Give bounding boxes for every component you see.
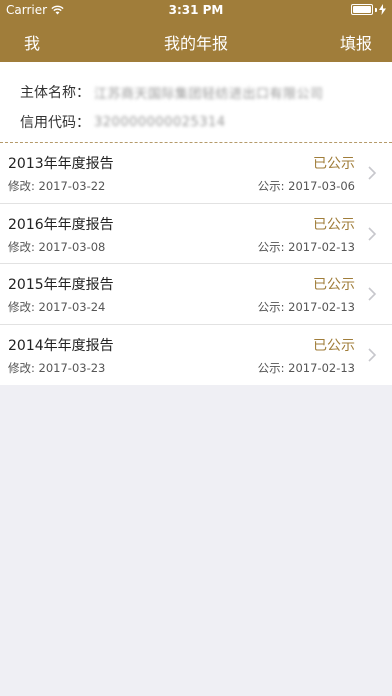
modified-date: 修改: 2017-03-22 [8, 179, 106, 193]
list-item[interactable]: 2013年年度报告 已公示 修改: 2017-03-22 公示: 2017-03… [0, 143, 392, 204]
entity-name-row: 主体名称： 江苏商天国际集团轻纺进出口有限公司 [20, 82, 324, 102]
modified-date: 修改: 2017-03-24 [8, 300, 106, 314]
report-title: 2013年年度报告 [8, 156, 114, 172]
status-badge: 已公示 [313, 216, 355, 233]
modified-date: 修改: 2017-03-08 [8, 239, 106, 254]
charging-bolt-icon [379, 4, 386, 15]
report-title: 2014年年度报告 [8, 337, 114, 354]
credit-code-label: 信用代码： [20, 115, 90, 131]
chevron-right-icon [368, 347, 377, 362]
page-title: 我的年报 [163, 34, 228, 53]
list-item[interactable]: 2014年年度报告 已公示 修改: 2017-03-23 公示: 2017-02… [0, 325, 392, 386]
battery-icon [351, 4, 386, 15]
report-title: 2016年年度报告 [8, 216, 114, 233]
status-badge: 已公示 [313, 337, 355, 354]
nav-fill-report-button[interactable]: 填报 [340, 30, 372, 54]
report-title: 2015年年度报告 [8, 277, 114, 293]
credit-code-row: 信用代码： 320000000025314 [20, 112, 226, 132]
entity-info-panel: 主体名称： 江苏商天国际集团轻纺进出口有限公司 信用代码： 3200000000… [0, 62, 392, 142]
status-bar: Carrier 3:31 PM [0, 0, 392, 20]
empty-background [0, 385, 392, 696]
chevron-right-icon [368, 226, 377, 241]
list-item[interactable]: 2015年年度报告 已公示 修改: 2017-03-24 公示: 2017-02… [0, 264, 392, 325]
entity-name-label: 主体名称： [20, 85, 90, 101]
credit-code-value: 320000000025314 [94, 114, 226, 130]
status-badge: 已公示 [313, 156, 355, 172]
chevron-right-icon [368, 166, 377, 180]
status-badge: 已公示 [313, 277, 355, 293]
chevron-right-icon [368, 287, 377, 301]
published-date: 公示: 2017-02-13 [257, 360, 355, 375]
published-date: 公示: 2017-02-13 [257, 239, 355, 254]
list-item[interactable]: 2016年年度报告 已公示 修改: 2017-03-08 公示: 2017-02… [0, 204, 392, 264]
report-list: 2013年年度报告 已公示 修改: 2017-03-22 公示: 2017-03… [0, 143, 392, 385]
status-time: 3:31 PM [168, 3, 224, 17]
entity-name-value: 江苏商天国际集团轻纺进出口有限公司 [94, 86, 324, 102]
published-date: 公示: 2017-02-13 [257, 300, 355, 314]
nav-bar: 我 我的年报 填报 [0, 20, 392, 62]
published-date: 公示: 2017-03-06 [257, 179, 355, 193]
modified-date: 修改: 2017-03-23 [8, 360, 106, 375]
